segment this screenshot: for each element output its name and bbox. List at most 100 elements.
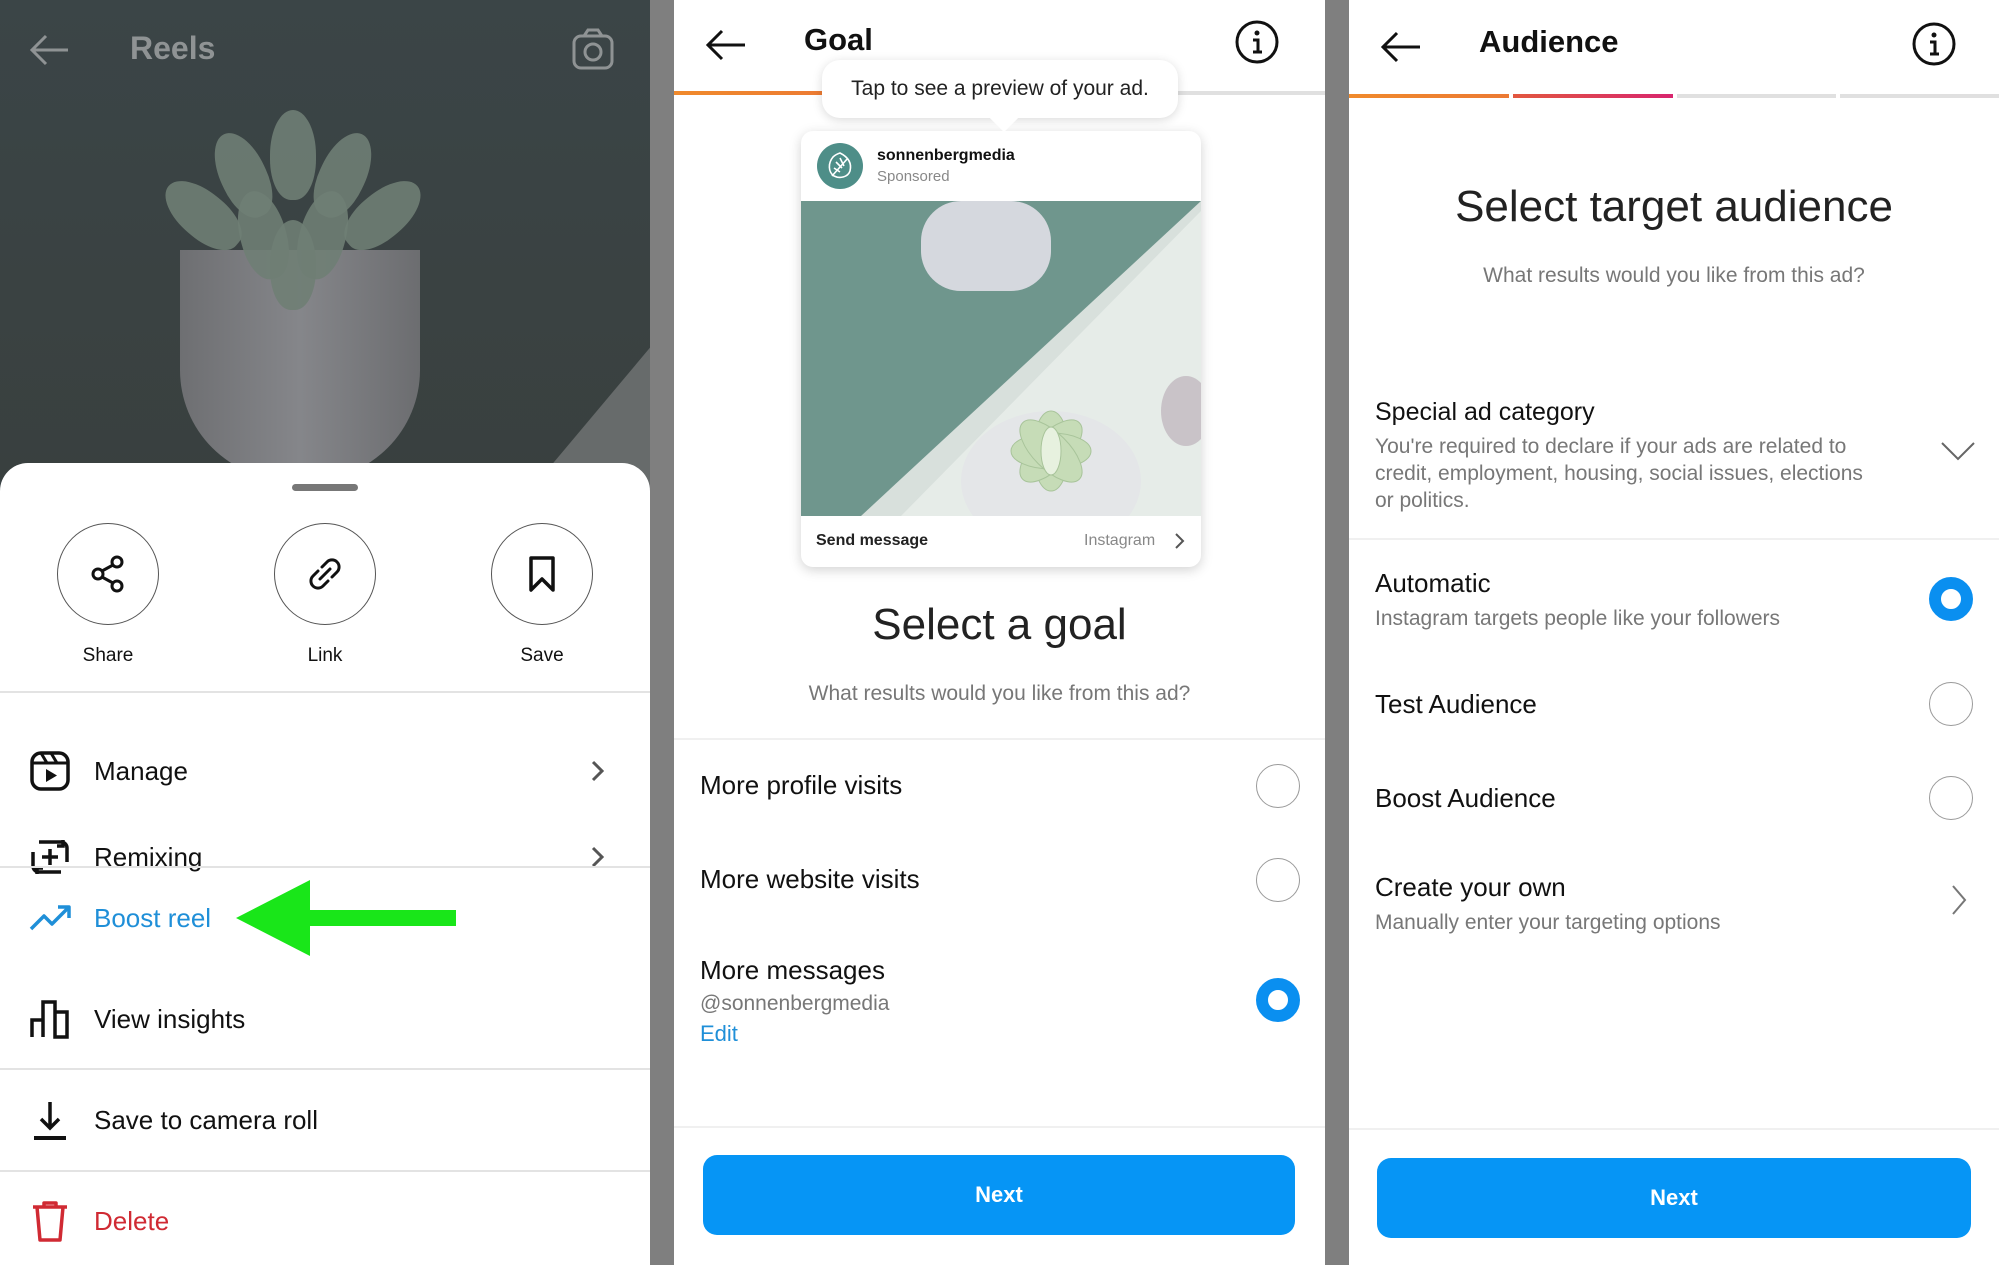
divider xyxy=(0,1170,650,1172)
option-sub: Manually enter your targeting options xyxy=(1375,911,1721,934)
audience-option-test[interactable]: Test Audience xyxy=(1375,689,1975,720)
goal-subtitle: What results would you like from this ad… xyxy=(808,682,1191,705)
ad-preview-card[interactable]: sonnenbergmedia Sponsored Send message I… xyxy=(801,131,1201,567)
special-ad-category[interactable]: Special ad category You're required to d… xyxy=(1375,398,1885,514)
sheet-drag-handle[interactable] xyxy=(292,484,358,491)
divider xyxy=(0,1068,650,1070)
next-button[interactable]: Next xyxy=(703,1155,1295,1235)
progress-segment xyxy=(1840,94,1999,98)
chevron-right-icon[interactable] xyxy=(1951,884,1967,916)
divider xyxy=(674,738,1325,740)
reels-panel: Reels Share Link Save Manage Remixing Bo… xyxy=(0,0,650,1265)
audience-option-automatic[interactable]: Automatic Instagram targets people like … xyxy=(1375,568,1975,632)
option-label: Test Audience xyxy=(1375,689,1537,719)
arrow-left-icon[interactable] xyxy=(26,28,72,72)
ad-sponsored-label: Sponsored xyxy=(877,168,950,185)
arrow-left-icon[interactable] xyxy=(702,24,748,66)
divider xyxy=(0,691,650,693)
reels-header: Reels xyxy=(0,0,650,100)
radio-messages[interactable] xyxy=(1256,978,1300,1022)
goal-option-messages[interactable]: More messages @sonnenbergmedia Edit xyxy=(700,955,1300,1047)
option-label: Automatic xyxy=(1375,568,1491,598)
link-label: Link xyxy=(307,645,343,666)
menu-item-view-insights[interactable]: View insights xyxy=(0,984,650,1054)
succulent-image xyxy=(120,90,460,330)
ad-preview-footer[interactable]: Send message Instagram xyxy=(801,516,1201,567)
reels-icon xyxy=(28,749,72,793)
audience-panel: Audience Select target audience What res… xyxy=(1349,0,1999,1265)
chevron-right-icon xyxy=(1175,533,1185,549)
option-label: More website visits xyxy=(700,864,920,894)
menu-item-manage[interactable]: Manage xyxy=(0,736,650,806)
radio-automatic[interactable] xyxy=(1929,577,1973,621)
leaf-logo-icon xyxy=(828,152,852,179)
progress-segment xyxy=(1512,94,1673,98)
option-label: More profile visits xyxy=(700,770,903,800)
goal-option-website-visits[interactable]: More website visits xyxy=(700,864,1300,895)
remix-icon xyxy=(28,835,72,879)
chevron-right-icon xyxy=(591,760,605,782)
divider xyxy=(0,866,650,868)
option-label: Boost Audience xyxy=(1375,783,1556,813)
menu-item-label: Boost reel xyxy=(94,902,212,933)
radio-website-visits[interactable] xyxy=(1256,858,1300,902)
bottom-sheet: Share Link Save Manage Remixing Boost re… xyxy=(0,463,650,1265)
ad-source-label: Instagram xyxy=(1084,532,1156,549)
share-label: Share xyxy=(82,645,134,666)
progress-segment xyxy=(1676,94,1837,98)
info-icon[interactable] xyxy=(1911,21,1957,67)
ad-preview-header: sonnenbergmedia Sponsored xyxy=(801,131,1201,201)
share-button[interactable]: Share xyxy=(57,523,159,667)
bar-chart-icon xyxy=(28,997,72,1041)
trending-up-icon xyxy=(28,896,72,940)
option-handle: @sonnenbergmedia xyxy=(700,992,890,1015)
radio-profile-visits[interactable] xyxy=(1256,764,1300,808)
divider xyxy=(1349,538,1999,540)
camera-icon[interactable] xyxy=(570,26,616,72)
next-button[interactable]: Next xyxy=(1377,1158,1971,1238)
info-icon[interactable] xyxy=(1234,19,1280,65)
audience-subtitle: What results would you like from this ad… xyxy=(1483,264,1865,287)
chevron-down-icon[interactable] xyxy=(1940,440,1976,462)
radio-boost-audience[interactable] xyxy=(1929,776,1973,820)
share-icon xyxy=(91,555,124,593)
arrow-left-icon[interactable] xyxy=(1377,26,1423,68)
save-button[interactable]: Save xyxy=(491,523,593,667)
step-progress-bar xyxy=(1349,94,1999,98)
goal-panel: Goal Tap to see a preview of your ad. so… xyxy=(674,0,1325,1265)
edit-link[interactable]: Edit xyxy=(700,1021,1300,1047)
progress-segment xyxy=(1165,91,1325,95)
menu-item-label: Manage xyxy=(94,755,188,786)
special-ad-category-label: Special ad category xyxy=(1375,398,1595,426)
radio-test-audience[interactable] xyxy=(1929,682,1973,726)
avatar xyxy=(817,143,863,189)
option-label: Create your own xyxy=(1375,872,1566,902)
ad-preview-image xyxy=(801,201,1201,516)
menu-item-label: Delete xyxy=(94,1205,170,1236)
preview-tooltip: Tap to see a preview of your ad. xyxy=(822,60,1178,118)
divider xyxy=(674,1126,1325,1128)
reels-title: Reels xyxy=(130,30,216,66)
link-icon xyxy=(309,558,341,590)
ad-username: sonnenbergmedia xyxy=(877,147,1015,164)
special-ad-category-description: You're required to declare if your ads a… xyxy=(1375,435,1863,512)
menu-item-label: View insights xyxy=(94,1003,246,1034)
progress-segment xyxy=(1349,94,1509,98)
option-sub: Instagram targets people like your follo… xyxy=(1375,607,1781,630)
green-arrow-annotation xyxy=(236,880,456,956)
audience-option-boost[interactable]: Boost Audience xyxy=(1375,783,1975,814)
menu-item-delete[interactable]: Delete xyxy=(0,1186,650,1256)
divider xyxy=(1349,1128,1999,1130)
menu-item-label: Save to camera roll xyxy=(94,1104,318,1135)
link-button[interactable]: Link xyxy=(274,523,376,667)
download-icon xyxy=(28,1098,72,1142)
goal-option-profile-visits[interactable]: More profile visits xyxy=(700,770,1300,801)
progress-segment xyxy=(674,91,834,95)
ad-cta-label: Send message xyxy=(816,532,929,549)
create-your-own-option[interactable]: Create your own Manually enter your targ… xyxy=(1375,872,1975,936)
trash-icon xyxy=(28,1199,72,1243)
save-label: Save xyxy=(520,645,564,666)
select-audience-heading: Select target audience xyxy=(1455,182,1893,231)
menu-item-save-to-camera-roll[interactable]: Save to camera roll xyxy=(0,1085,650,1155)
audience-title: Audience xyxy=(1479,24,1619,59)
